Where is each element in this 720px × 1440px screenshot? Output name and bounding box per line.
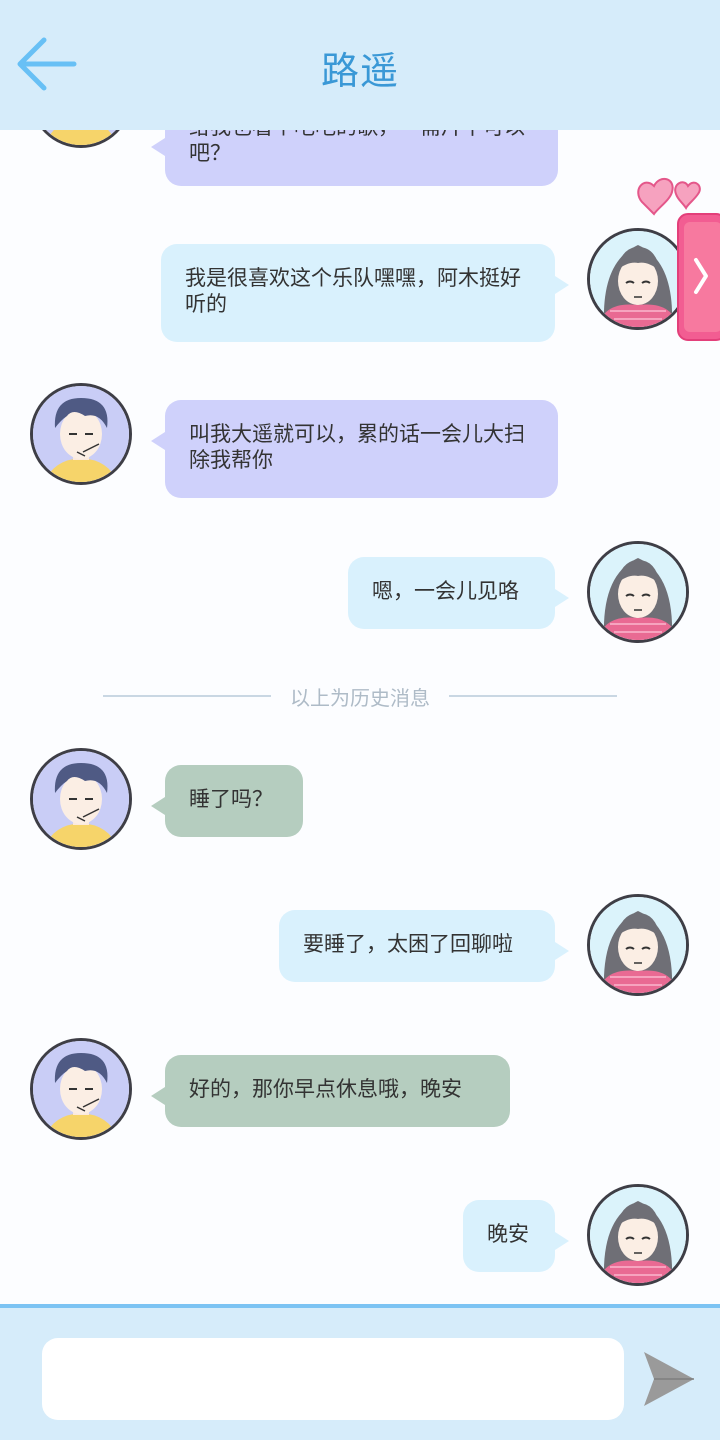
avatar-female[interactable] bbox=[587, 894, 689, 996]
chat-scroll-area[interactable]: 给我也看个吧吧的歌，一需片不可以吧？ 我是很喜欢这个乐队嘿嘿，阿木挺好听的 bbox=[0, 0, 720, 1304]
avatar-male[interactable] bbox=[30, 748, 132, 850]
page-title: 路遥 bbox=[320, 49, 399, 93]
message-text: 嗯，一会儿见咯 bbox=[372, 579, 519, 603]
send-icon bbox=[644, 1352, 694, 1406]
top-bar: 路遥 bbox=[0, 0, 720, 130]
message-bubble[interactable]: 晚安 bbox=[463, 1200, 569, 1272]
message-input[interactable] bbox=[42, 1338, 624, 1420]
send-button[interactable] bbox=[640, 1348, 698, 1410]
message-text: 好的，那你早点休息哦，晚安 bbox=[189, 1077, 462, 1101]
message-text: 叫我大遥就可以，累的话一会儿大扫除我帮你 bbox=[189, 422, 525, 472]
message-bubble[interactable]: 我是很喜欢这个乐队嘿嘿，阿木挺好听的 bbox=[161, 244, 569, 342]
avatar-male[interactable] bbox=[30, 383, 132, 485]
message-bubble[interactable]: 睡了吗？ bbox=[151, 765, 303, 837]
avatar-female[interactable] bbox=[587, 541, 689, 643]
message-bubble[interactable]: 嗯，一会儿见咯 bbox=[348, 557, 569, 629]
message-text: 睡了吗？ bbox=[189, 787, 273, 811]
message-text: 要睡了，太困了回聊啦 bbox=[303, 932, 513, 956]
avatar-female[interactable] bbox=[587, 1184, 689, 1286]
message-text: 我是很喜欢这个乐队嘿嘿，阿木挺好听的 bbox=[185, 266, 521, 316]
message-bubble[interactable]: 要睡了，太困了回聊啦 bbox=[279, 910, 569, 982]
side-drawer-tab[interactable] bbox=[632, 172, 720, 344]
chat-screen: 给我也看个吧吧的歌，一需片不可以吧？ 我是很喜欢这个乐队嘿嘿，阿木挺好听的 bbox=[0, 0, 720, 1440]
message-bubble[interactable]: 叫我大遥就可以，累的话一会儿大扫除我帮你 bbox=[151, 400, 558, 498]
hearts-icon bbox=[637, 177, 701, 216]
message-text: 晚安 bbox=[487, 1222, 529, 1246]
message-bubble[interactable]: 好的，那你早点休息哦，晚安 bbox=[151, 1055, 510, 1127]
history-divider: 以上为历史消息 bbox=[0, 682, 720, 710]
input-bar bbox=[0, 1304, 720, 1440]
divider-line bbox=[449, 695, 617, 697]
avatar-male[interactable] bbox=[30, 1038, 132, 1140]
